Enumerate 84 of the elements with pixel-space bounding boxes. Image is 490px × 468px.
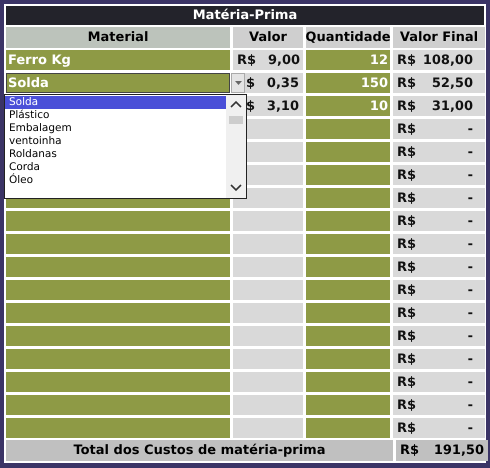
final-value: - bbox=[468, 306, 474, 320]
currency-symbol: R$ bbox=[397, 374, 416, 390]
price-cell bbox=[233, 418, 303, 438]
currency-symbol: R$ bbox=[400, 443, 420, 458]
final-value: - bbox=[468, 328, 474, 344]
material-cell[interactable] bbox=[6, 257, 230, 277]
currency-symbol: $ bbox=[246, 98, 255, 114]
price-cell bbox=[233, 234, 303, 254]
caret-icon bbox=[234, 81, 242, 85]
currency-symbol: R$ bbox=[397, 282, 416, 298]
price-value: 3,10 bbox=[266, 98, 299, 114]
chevron-down-icon bbox=[230, 184, 242, 192]
material-cell[interactable] bbox=[6, 234, 230, 254]
dropdown-option[interactable]: Roldanas bbox=[5, 148, 226, 161]
final-value: - bbox=[468, 168, 474, 182]
currency-symbol: R$ bbox=[397, 398, 416, 412]
quantity-cell: 12 bbox=[306, 50, 390, 70]
currency-symbol: R$ bbox=[397, 144, 416, 160]
price-cell bbox=[233, 257, 303, 277]
price-cell bbox=[233, 280, 303, 300]
final-value: - bbox=[468, 282, 474, 298]
material-cell[interactable] bbox=[6, 372, 230, 392]
column-header: Quantidade bbox=[306, 27, 390, 48]
final-value: - bbox=[468, 236, 474, 252]
quantity-cell: 10 bbox=[306, 96, 390, 116]
currency-symbol: R$ bbox=[397, 122, 416, 136]
final-value: - bbox=[468, 398, 474, 412]
column-header: Material bbox=[6, 27, 230, 48]
price-cell bbox=[233, 395, 303, 415]
final-value: - bbox=[468, 374, 474, 390]
final-value: 31,00 bbox=[432, 98, 474, 114]
dropdown-option[interactable]: Plástico bbox=[5, 109, 226, 122]
material-cell[interactable] bbox=[6, 303, 230, 323]
price-cell bbox=[233, 372, 303, 392]
currency-symbol: R$ bbox=[397, 260, 416, 274]
final-value: 52,50 bbox=[432, 76, 474, 90]
total-value: 191,50 bbox=[434, 443, 484, 458]
price-cell bbox=[233, 211, 303, 231]
material-cell[interactable] bbox=[6, 326, 230, 346]
currency-symbol: R$ bbox=[397, 328, 416, 344]
currency-symbol: R$ bbox=[237, 52, 256, 68]
dropdown-option[interactable]: Óleo bbox=[5, 174, 226, 187]
currency-symbol: R$ bbox=[397, 306, 416, 320]
dropdown-option[interactable]: ventoinha bbox=[5, 135, 226, 148]
total-label: Total dos Custos de matéria-prima bbox=[6, 440, 393, 461]
dropdown-option[interactable]: Solda bbox=[5, 96, 226, 109]
final-value: - bbox=[468, 352, 474, 366]
material-cell[interactable] bbox=[6, 349, 230, 369]
column-header: Valor Final bbox=[393, 27, 485, 48]
final-value: - bbox=[468, 260, 474, 274]
final-value: - bbox=[468, 122, 474, 136]
dropdown-option[interactable]: Embalagem bbox=[5, 122, 226, 135]
currency-symbol: R$ bbox=[397, 98, 416, 114]
price-cell bbox=[233, 326, 303, 346]
quantity-cell: 150 bbox=[306, 73, 390, 93]
final-value: - bbox=[468, 144, 474, 160]
price-cell bbox=[233, 303, 303, 323]
sheet-title: Matéria-Prima bbox=[6, 6, 484, 25]
scroll-bar[interactable] bbox=[226, 95, 246, 198]
currency-symbol: R$ bbox=[397, 190, 416, 206]
price-cell bbox=[233, 349, 303, 369]
price-value: 9,00 bbox=[266, 52, 300, 68]
column-header: Valor bbox=[233, 27, 303, 48]
price-value: 0,35 bbox=[266, 76, 299, 90]
material-cell[interactable] bbox=[6, 418, 230, 438]
currency-symbol: $ bbox=[246, 76, 255, 90]
final-value: - bbox=[468, 214, 474, 228]
dropdown-button[interactable] bbox=[231, 73, 245, 93]
final-value: - bbox=[468, 190, 474, 206]
currency-symbol: R$ bbox=[397, 168, 416, 182]
currency-symbol: R$ bbox=[397, 236, 416, 252]
material-cell[interactable] bbox=[6, 395, 230, 415]
currency-symbol: R$ bbox=[397, 352, 416, 366]
dropdown-option[interactable]: Corda bbox=[5, 161, 226, 174]
scroll-thumb[interactable] bbox=[229, 116, 243, 124]
currency-symbol: R$ bbox=[397, 420, 416, 436]
currency-symbol: R$ bbox=[397, 76, 416, 90]
currency-symbol: R$ bbox=[397, 214, 416, 228]
currency-symbol: R$ bbox=[397, 52, 416, 68]
chevron-up-icon bbox=[230, 100, 242, 108]
final-value: 108,00 bbox=[422, 52, 474, 68]
final-value: - bbox=[468, 420, 474, 436]
material-cell[interactable] bbox=[6, 280, 230, 300]
material-cell[interactable] bbox=[6, 211, 230, 231]
